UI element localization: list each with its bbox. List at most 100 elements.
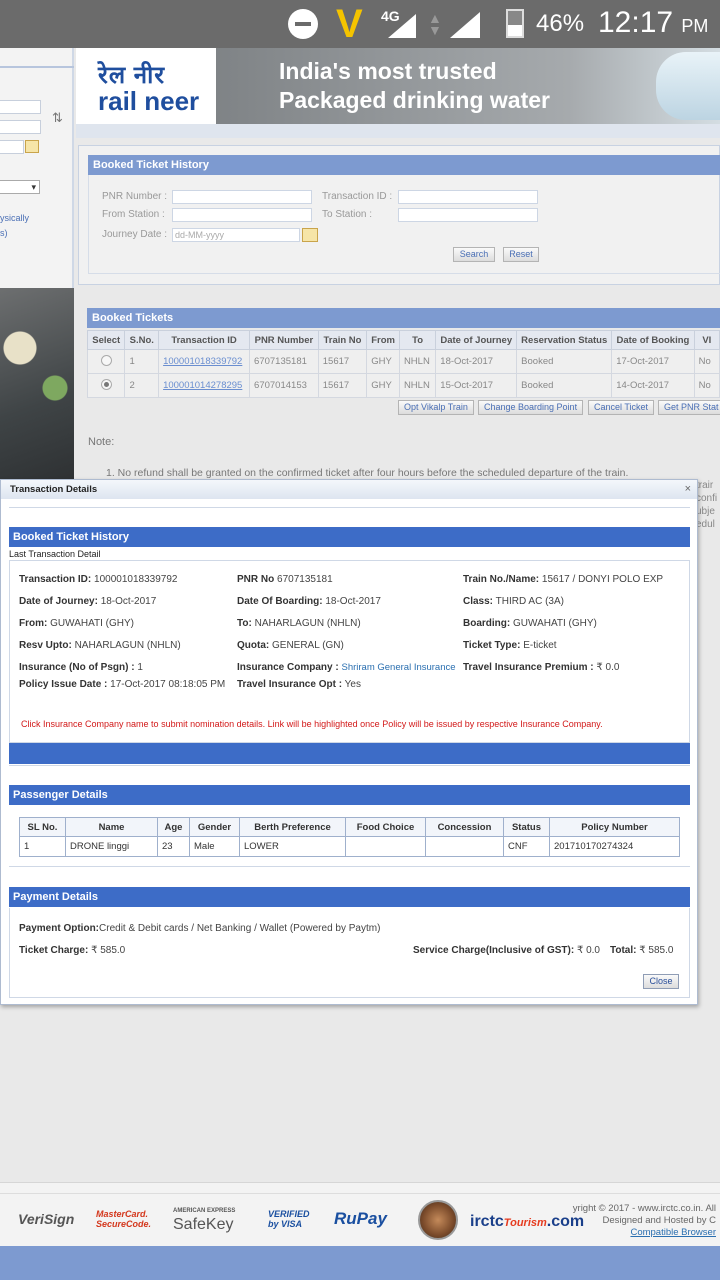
field-label: Ticket Charge: <box>19 945 89 956</box>
table-cell: 15-Oct-2017 <box>435 373 518 398</box>
table-cell: Booked <box>516 373 613 398</box>
note-cut: edul <box>696 519 715 530</box>
transaction-id-link[interactable]: 100001014278295 <box>163 380 242 391</box>
page-strip <box>76 124 720 138</box>
class-field: Class: THIRD AC (3A) <box>463 596 564 607</box>
transaction-detail-box <box>9 560 690 743</box>
table-row[interactable]: 2 100001014278295 6707014153 15617 GHY N… <box>86 373 720 398</box>
signal-icon <box>388 14 416 38</box>
dialog-divider <box>9 507 690 508</box>
opt-vikalp-button[interactable]: Opt Vikalp Train <box>398 400 474 415</box>
pnr-label: PNR Number : <box>102 191 168 202</box>
insurance-company-link[interactable]: Shriram General Insurance <box>341 662 455 673</box>
vodafone-logo-icon: V <box>336 2 363 46</box>
pnr-input[interactable] <box>172 190 312 204</box>
booked-ticket-history-search: Booked Ticket History PNR Number : Trans… <box>78 145 720 285</box>
from-station-input[interactable] <box>172 208 312 222</box>
advert-line-2: Packaged drinking water <box>279 87 550 113</box>
field-label: Payment Option: <box>19 923 100 934</box>
tourism-emblem-icon[interactable] <box>418 1200 458 1240</box>
sidebar-option-text[interactable]: ysically s) <box>0 211 29 241</box>
field-label: PNR No <box>237 574 275 585</box>
table-cell: DRONE linggi <box>65 836 158 857</box>
from-field: From: GUWAHATI (GHY) <box>19 618 134 629</box>
field-value: GUWAHATI (GHY) <box>513 618 597 629</box>
close-button[interactable]: Close <box>643 974 679 989</box>
sidebar-date-input[interactable] <box>0 140 24 154</box>
field-value: E-ticket <box>523 640 557 651</box>
field-label: Date of Journey: <box>19 596 98 607</box>
section-separator-bar <box>9 743 690 764</box>
quota-field: Quota: GENERAL (GN) <box>237 640 344 651</box>
insurance-nomination-note: Click Insurance Company name to submit n… <box>21 719 603 729</box>
from-station-label: From Station : <box>102 209 165 220</box>
pnr-field: PNR No 6707135181 <box>237 574 333 585</box>
table-cell: 17-Oct-2017 <box>611 349 695 374</box>
to-station-label: To Station : <box>322 209 373 220</box>
policy-issue-date-field: Policy Issue Date : 17-Oct-2017 08:18:05… <box>19 679 225 690</box>
column-header: Gender <box>189 817 240 837</box>
column-header: Policy Number <box>549 817 680 837</box>
column-header: From <box>366 330 400 350</box>
select-radio[interactable] <box>100 354 112 366</box>
verisign-logo[interactable]: VeriSign <box>18 1211 74 1227</box>
column-header: S.No. <box>124 330 160 350</box>
journey-date-input[interactable]: dd-MM-yyyy <box>172 228 300 242</box>
dialog-divider <box>9 765 690 766</box>
search-button[interactable]: Search <box>453 247 495 262</box>
bottom-bar <box>0 1246 720 1280</box>
calendar-icon[interactable] <box>302 228 318 242</box>
table-header-row: Select S.No. Transaction ID PNR Number T… <box>86 330 720 350</box>
table-cell: CNF <box>503 836 550 857</box>
verified-by-visa-logo[interactable]: VERIFIED by VISA <box>268 1209 310 1229</box>
note-label: Note: <box>88 436 115 448</box>
select-radio-selected[interactable] <box>100 378 112 390</box>
logo-text: by VISA <box>268 1219 303 1229</box>
food-advert-image[interactable] <box>0 288 74 480</box>
sidebar-from-input[interactable] <box>0 100 41 114</box>
column-header: Status <box>503 817 550 837</box>
column-header: Age <box>157 817 190 837</box>
copyright-text: yright © 2017 - www.irctc.co.in. All Des… <box>573 1203 716 1239</box>
table-cell: 1 <box>19 836 66 857</box>
dialog-title: Transaction Details <box>1 480 697 499</box>
train-field: Train No./Name: 15617 / DONYI POLO EXP <box>463 574 663 585</box>
close-icon[interactable]: × <box>685 483 691 495</box>
to-station-input[interactable] <box>398 208 538 222</box>
sidebar-class-select[interactable]: ▾ <box>0 180 40 194</box>
note-item: 1. No refund shall be granted on the con… <box>106 467 629 479</box>
irctc-tourism-logo[interactable]: irctcTourism.com <box>470 1213 584 1231</box>
boarding-field: Boarding: GUWAHATI (GHY) <box>463 618 597 629</box>
change-boarding-point-button[interactable]: Change Boarding Point <box>478 400 584 415</box>
column-header: To <box>398 330 437 350</box>
column-header: Name <box>65 817 158 837</box>
transaction-id-label: Transaction ID : <box>322 191 393 202</box>
field-label: Travel Insurance Premium : <box>463 662 594 673</box>
service-charge-field: Service Charge(Inclusive of GST): ₹ 0.0 <box>413 945 600 956</box>
mastercard-securecode-logo[interactable]: MasterCard. SecureCode. <box>96 1209 151 1229</box>
get-pnr-status-button[interactable]: Get PNR Stat <box>658 400 720 415</box>
rupay-logo[interactable]: RuPay <box>334 1209 387 1229</box>
table-cell: Booked <box>516 349 613 374</box>
field-label: Transaction ID: <box>19 574 92 585</box>
reset-button[interactable]: Reset <box>503 247 539 262</box>
copyright-line: Designed and Hosted by C <box>602 1215 716 1226</box>
field-value: GUWAHATI (GHY) <box>50 618 135 629</box>
compatible-browser-link[interactable]: Compatible Browser <box>573 1227 716 1239</box>
calendar-icon[interactable] <box>25 140 39 153</box>
table-row[interactable]: 1 100001018339792 6707135181 15617 GHY N… <box>86 349 720 374</box>
battery-percent: 46% <box>536 10 585 37</box>
table-cell <box>425 836 504 857</box>
cancel-ticket-button[interactable]: Cancel Ticket <box>588 400 655 415</box>
transaction-id-input[interactable] <box>398 190 538 204</box>
sidebar-to-input[interactable] <box>0 120 41 134</box>
column-header: Food Choice <box>345 817 426 837</box>
field-value: NAHARLAGUN (NHLN) <box>74 640 181 651</box>
transaction-id-link[interactable]: 100001018339792 <box>163 356 242 367</box>
amex-safekey-logo[interactable]: AMERICAN EXPRESS SafeKey <box>173 1203 235 1234</box>
rail-neer-logo[interactable]: रेल नीर rail neer <box>76 48 216 124</box>
field-value: Credit & Debit cards / Net Banking / Wal… <box>99 923 381 934</box>
swap-stations-icon[interactable]: ⇅ <box>52 110 63 126</box>
status-bar: V 4G ▲ ▼ 46% 12:17 PM <box>0 0 720 48</box>
rail-neer-advert[interactable]: India's most trusted Packaged drinking w… <box>216 48 720 124</box>
